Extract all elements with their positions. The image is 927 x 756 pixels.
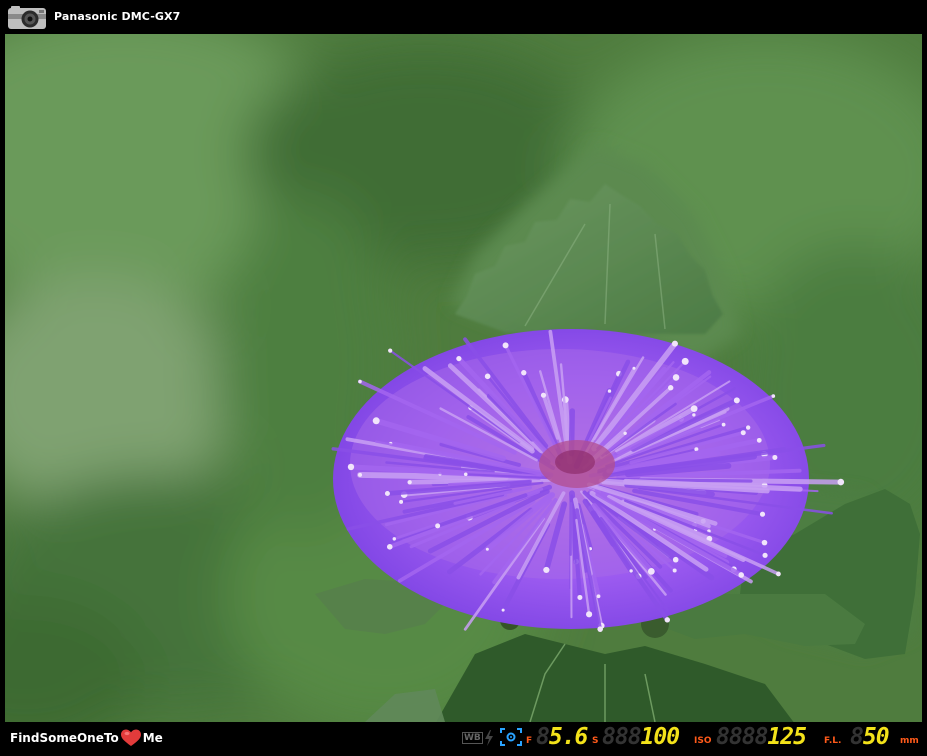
floret-tip	[463, 472, 468, 477]
floret-tip	[733, 397, 740, 404]
floret-tip	[388, 348, 393, 353]
floret-tip	[502, 342, 509, 349]
exif-panel: WB F 85.6 S 888100 ISO 8888125 F.L. 850 …	[462, 724, 922, 754]
shutter-ghost: 888	[602, 724, 642, 750]
floret-tip	[607, 389, 612, 393]
floret-tip	[771, 394, 776, 398]
iso-readout: 8888125	[716, 724, 807, 750]
floret-tip	[740, 430, 746, 436]
floret-tip	[629, 569, 633, 573]
floret-tip	[540, 392, 547, 398]
aperture-readout: 85.6	[536, 724, 589, 750]
focal-value: 50	[862, 724, 890, 750]
floret-tip	[692, 413, 696, 417]
flash-icon	[485, 730, 493, 746]
floret-tip	[738, 572, 745, 578]
floret-tip	[772, 454, 778, 460]
brand-suffix: Me	[142, 731, 163, 745]
floret-tip	[671, 340, 678, 347]
iso-value: 125	[767, 724, 807, 750]
floret-tip	[667, 385, 674, 391]
top-bar: Panasonic DMC-GX7	[0, 0, 927, 34]
iso-label: ISO	[694, 736, 712, 746]
floret-tip	[762, 552, 768, 558]
floret-tip	[664, 617, 670, 623]
iso-ghost: 8888	[716, 724, 768, 750]
floret-tip	[596, 594, 601, 599]
floret-tip	[485, 547, 489, 551]
floret-tip	[745, 425, 751, 430]
camera-model: Panasonic DMC-GX7	[54, 10, 181, 23]
floret-tip	[407, 480, 412, 485]
floret-tip	[577, 594, 583, 600]
photo	[5, 34, 922, 722]
focal-label: F.L.	[824, 736, 842, 746]
floret-tip	[399, 499, 404, 504]
metering-icon	[500, 728, 522, 746]
bottom-bar: FindSomeOneTo Me WB F 85.6 S 888100 ISO …	[0, 722, 927, 756]
focal-ghost: 8	[850, 724, 864, 750]
floret-tip	[597, 626, 603, 632]
shutter-readout: 888100	[602, 724, 681, 750]
wb-label: WB	[462, 732, 483, 744]
floret-tip	[632, 366, 636, 370]
camera-icon	[8, 6, 46, 29]
floret-tip	[690, 405, 698, 412]
heart-icon	[120, 729, 141, 746]
floret-tip	[358, 472, 363, 477]
floret-tip	[372, 417, 380, 425]
floret-tip	[358, 379, 362, 384]
floret-tip	[392, 537, 396, 541]
floret-tip	[672, 568, 677, 573]
floret-tip	[776, 571, 781, 577]
floret-tip	[543, 566, 550, 574]
brand-prefix: FindSomeOneTo	[10, 731, 119, 745]
flower-photo	[5, 34, 922, 722]
aperture-label: F	[526, 736, 533, 746]
floret-tip	[681, 357, 689, 365]
shutter-label: S	[592, 736, 599, 746]
aperture-value: 5.6	[548, 724, 589, 750]
floret-tip	[647, 567, 655, 575]
floret-tip	[756, 437, 762, 443]
floret-tip	[759, 511, 766, 517]
floret-tip	[521, 370, 527, 376]
brand-label: FindSomeOneTo Me	[10, 729, 163, 747]
floret-tip	[761, 539, 768, 546]
aperture-ghost: 8	[536, 724, 550, 750]
floret-tip	[585, 611, 593, 618]
floret-tip	[456, 355, 462, 362]
floret-tip	[837, 478, 845, 486]
floret-tip	[435, 523, 441, 529]
floret-tip	[484, 373, 491, 380]
focal-readout: 850	[850, 724, 890, 750]
floret-tip	[672, 556, 679, 563]
floret-tip	[721, 422, 726, 427]
focal-unit: mm	[900, 736, 919, 746]
floret-tip	[384, 491, 390, 497]
floret-tip	[501, 608, 505, 612]
floret-tip	[386, 544, 393, 550]
floret-tip	[623, 431, 627, 435]
floret-tip	[347, 463, 355, 471]
shutter-value: 100	[640, 724, 681, 750]
floret-tip	[672, 374, 680, 381]
